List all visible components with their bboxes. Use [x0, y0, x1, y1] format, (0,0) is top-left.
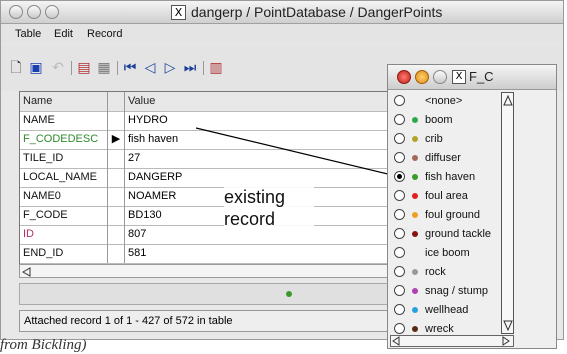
palette-list-item[interactable]: ground tackle: [388, 225, 518, 244]
palette-list-item[interactable]: <none>: [388, 92, 518, 111]
palette-list-item[interactable]: ice boom: [388, 244, 518, 263]
color-dot-icon: [412, 231, 418, 237]
palette-item-label: wellhead: [425, 304, 469, 316]
palette-item-label: rock: [425, 266, 446, 278]
radio-button[interactable]: [394, 152, 405, 163]
palette-item-label: diffuser: [425, 152, 461, 164]
palette-list-item[interactable]: fish haven: [388, 168, 518, 187]
palette-item-label: snag / stump: [425, 285, 488, 297]
palette-item-label: crib: [425, 133, 443, 145]
palette-list-item[interactable]: wellhead: [388, 301, 518, 320]
color-dot-icon: [412, 193, 418, 199]
palette-list-item[interactable]: snag / stump: [388, 282, 518, 301]
palette-zoom-button[interactable]: [433, 70, 447, 84]
palette-list-item[interactable]: crib: [388, 130, 518, 149]
palette-item-label: wreck: [425, 323, 454, 335]
palette-list-item[interactable]: foul ground: [388, 206, 518, 225]
palette-item-label: ground tackle: [425, 228, 492, 240]
radio-button[interactable]: [394, 95, 405, 106]
radio-button[interactable]: [394, 190, 405, 201]
palette-list-item[interactable]: rock: [388, 263, 518, 282]
palette-list-item[interactable]: diffuser: [388, 149, 518, 168]
palette-title: F_C: [469, 69, 494, 84]
radio-button[interactable]: [394, 133, 405, 144]
color-dot-icon: [412, 174, 418, 180]
palette-item-label: boom: [425, 114, 453, 126]
color-dot-icon: [412, 326, 418, 332]
palette-item-label: foul area: [425, 190, 468, 202]
palette-minimize-button[interactable]: [415, 70, 429, 84]
palette-item-label: foul ground: [425, 209, 481, 221]
palette-close-button[interactable]: [397, 70, 411, 84]
annotation-line-1: existing: [224, 187, 286, 207]
x11-app-icon: X: [452, 70, 466, 84]
palette-vertical-scrollbar[interactable]: [501, 92, 514, 334]
feature-code-list: <none> boom crib diffuser fish haven foul are…: [388, 92, 500, 337]
palette-list-item[interactable]: foul area: [388, 187, 518, 206]
radio-button[interactable]: [394, 266, 405, 277]
radio-button[interactable]: [394, 304, 405, 315]
color-dot-icon: [412, 117, 418, 123]
feature-code-palette-window: X F_C <none> boom crib diffuser fish haven fo…: [387, 64, 557, 349]
color-dot-icon: [412, 307, 418, 313]
radio-button[interactable]: [394, 114, 405, 125]
radio-button[interactable]: [394, 323, 405, 334]
color-dot-icon: [412, 136, 418, 142]
palette-item-label: ice boom: [425, 247, 470, 259]
annotation-label: existing record: [224, 186, 314, 230]
palette-horizontal-scrollbar[interactable]: [390, 335, 514, 347]
radio-button[interactable]: [394, 285, 405, 296]
annotation-line-2: record: [224, 209, 276, 229]
color-dot-icon: [412, 155, 418, 161]
palette-item-label: <none>: [425, 95, 463, 107]
palette-item-label: fish haven: [425, 171, 476, 183]
radio-button[interactable]: [394, 171, 405, 182]
color-dot-icon: [412, 288, 418, 294]
palette-title-bar[interactable]: X F_C: [388, 65, 556, 90]
caption-fragment: from Bickling): [0, 337, 87, 353]
palette-list-item[interactable]: boom: [388, 111, 518, 130]
color-dot-icon: [412, 269, 418, 275]
color-dot-icon: [412, 212, 418, 218]
radio-button[interactable]: [394, 228, 405, 239]
radio-button[interactable]: [394, 247, 405, 258]
radio-button[interactable]: [394, 209, 405, 220]
